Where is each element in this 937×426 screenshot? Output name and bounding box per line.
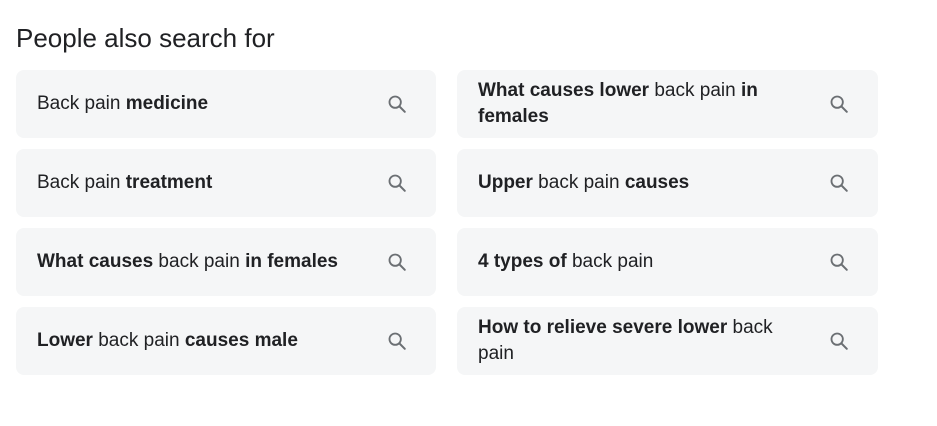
label-bold-segment: What causes lower (478, 80, 650, 101)
related-search-label: Back pain treatment (37, 170, 212, 196)
label-bold-segment: Upper (478, 172, 533, 193)
related-search-chip[interactable]: What causes lower back pain in females (457, 70, 878, 138)
label-segment: back pain (649, 80, 741, 101)
related-search-chip[interactable]: Lower back pain causes male (16, 307, 436, 375)
label-segment: back pain (566, 251, 654, 272)
related-search-label: Back pain medicine (37, 91, 208, 117)
related-search-label: What causes back pain in females (37, 249, 338, 275)
related-search-label: Upper back pain causes (478, 170, 689, 196)
search-icon (388, 332, 406, 350)
search-icon (830, 332, 848, 350)
label-bold-segment: medicine (125, 93, 209, 114)
label-segment: Back pain (37, 172, 126, 193)
label-bold-segment: treatment (125, 172, 213, 193)
related-search-chip[interactable]: What causes back pain in females (16, 228, 436, 296)
search-icon (830, 95, 848, 113)
label-bold-segment: in females (245, 251, 338, 272)
related-search-chip[interactable]: How to relieve severe lower back pain (457, 307, 878, 375)
related-search-chip[interactable]: Upper back pain causes (457, 149, 878, 217)
label-segment: back pain (532, 172, 625, 193)
search-icon (388, 174, 406, 192)
label-bold-segment: causes male (184, 330, 298, 351)
label-segment: back pain (92, 330, 185, 351)
label-bold-segment: Lower (37, 330, 93, 351)
section-heading: People also search for (16, 23, 275, 53)
related-search-label: Lower back pain causes male (37, 328, 298, 354)
related-search-label: How to relieve severe lower back pain (478, 315, 808, 367)
search-icon (830, 174, 848, 192)
related-search-chip[interactable]: Back pain treatment (16, 149, 436, 217)
search-icon (830, 253, 848, 271)
related-search-chip[interactable]: 4 types of back pain (457, 228, 878, 296)
label-segment: back pain (153, 251, 246, 272)
search-icon (388, 95, 406, 113)
search-icon (388, 253, 406, 271)
label-segment: Back pain (37, 93, 126, 114)
related-search-chip[interactable]: Back pain medicine (16, 70, 436, 138)
related-search-label: What causes lower back pain in females (478, 78, 808, 130)
label-bold-segment: What causes (37, 251, 154, 272)
label-bold-segment: How to relieve severe lower (478, 317, 728, 338)
related-search-label: 4 types of back pain (478, 249, 653, 275)
related-searches-grid: Back pain medicine What causes lower back… (16, 70, 878, 375)
label-bold-segment: causes (624, 172, 690, 193)
label-bold-segment: 4 types of (478, 251, 567, 272)
